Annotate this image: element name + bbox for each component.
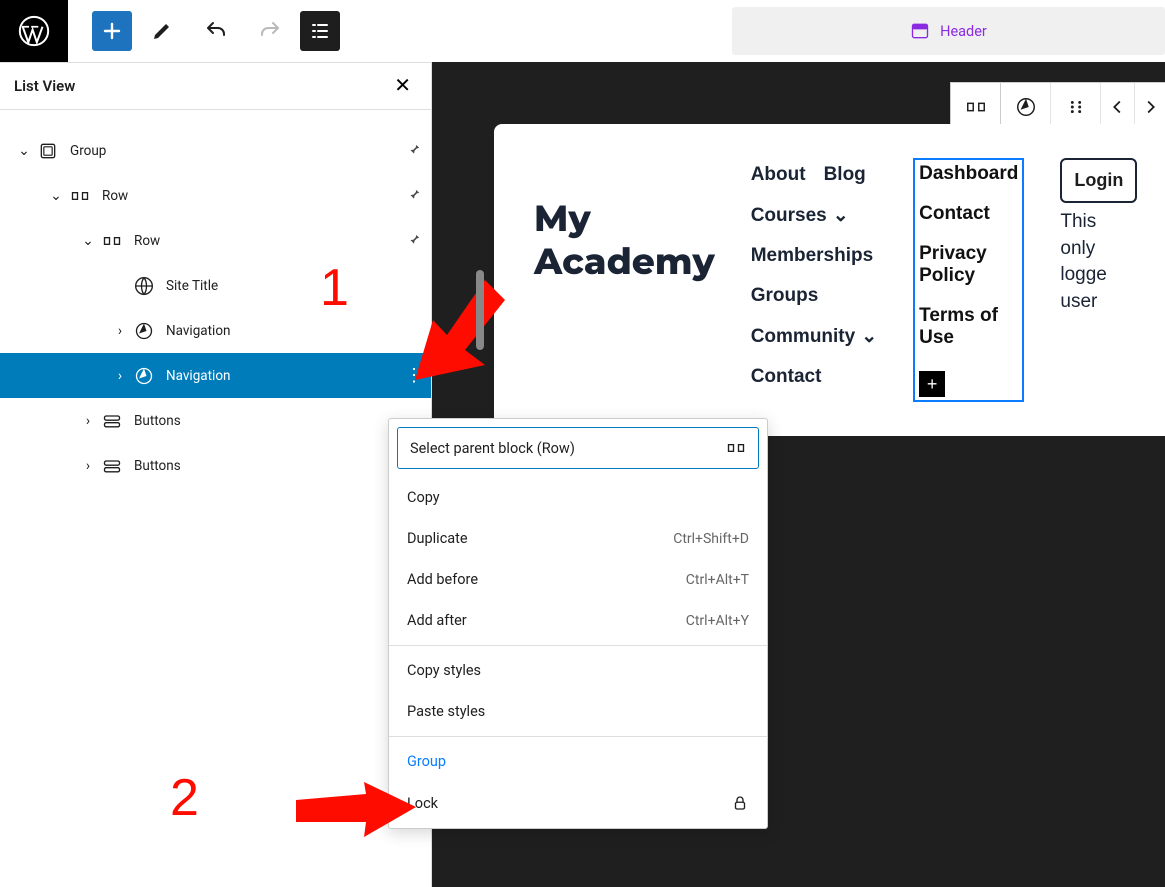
add-nav-item-button[interactable]: +: [919, 371, 945, 397]
list-view-item-label: Row: [102, 188, 407, 204]
chevron-down-icon: ⌄: [861, 325, 877, 348]
template-part-header-button[interactable]: Header: [732, 7, 1165, 55]
block-options-button[interactable]: ⋮: [405, 365, 421, 386]
list-view-item-label: Row: [134, 233, 407, 249]
navigation-block-icon: [132, 319, 156, 343]
nav-item[interactable]: Blog: [824, 164, 866, 186]
chevron-down-icon[interactable]: ⌄: [12, 143, 36, 159]
redo-button[interactable]: [246, 7, 294, 55]
list-view-item-navigation-2[interactable]: › Navigation ⋮: [0, 353, 431, 398]
navigation-block-icon: [132, 364, 156, 388]
menu-item-duplicate[interactable]: DuplicateCtrl+Shift+D: [389, 518, 767, 559]
nav-item[interactable]: Community: [751, 326, 856, 348]
list-view-item-label: Navigation: [166, 368, 405, 384]
menu-item-add-before[interactable]: Add beforeCtrl+Alt+T: [389, 559, 767, 600]
chevron-right-icon[interactable]: ›: [76, 458, 100, 474]
menu-item-group[interactable]: Group: [389, 741, 767, 782]
list-view-item-label: Site Title: [166, 278, 421, 294]
buttons-block-icon: [100, 409, 124, 433]
list-view-item-label: Navigation: [166, 323, 421, 339]
block-options-menu: Select parent block (Row) Copy Duplicate…: [388, 418, 768, 829]
wordpress-logo[interactable]: [0, 0, 68, 62]
pin-icon: [407, 142, 421, 160]
list-view-panel: List View ✕ ⌄ Group ⌄ Row: [0, 62, 432, 887]
template-part-header-label: Header: [940, 23, 987, 40]
nav-item[interactable]: Dashboard: [919, 163, 1018, 185]
chevron-right-icon[interactable]: ›: [76, 413, 100, 429]
chevron-down-icon: ⌄: [833, 204, 849, 227]
list-view-item-group[interactable]: ⌄ Group: [0, 128, 431, 173]
nav-item[interactable]: Contact: [751, 366, 822, 388]
header-layout-icon: [910, 21, 930, 41]
nav-item[interactable]: Memberships: [751, 245, 873, 267]
list-view-item-buttons-2[interactable]: › Buttons: [0, 443, 431, 488]
nav-item[interactable]: Courses: [751, 205, 827, 227]
pin-icon: [407, 232, 421, 250]
lock-icon: [731, 794, 749, 812]
list-view-item-row-inner[interactable]: ⌄ Row: [0, 218, 431, 263]
buttons-block-icon: [100, 454, 124, 478]
nav-item[interactable]: Groups: [751, 285, 819, 307]
list-view-item-navigation-1[interactable]: › Navigation: [0, 308, 431, 353]
undo-button[interactable]: [192, 7, 240, 55]
select-parent-label: Select parent block (Row): [410, 440, 575, 457]
secondary-nav-selected[interactable]: Dashboard Contact Privacy Policy Terms o…: [913, 158, 1024, 402]
group-block-icon: [36, 139, 60, 163]
list-view-item-label: Buttons: [134, 413, 421, 429]
close-list-view-button[interactable]: ✕: [388, 75, 417, 97]
site-title[interactable]: My Academy: [534, 198, 715, 402]
list-view-title: List View: [14, 77, 75, 95]
list-view-item-site-title[interactable]: Site Title: [0, 263, 431, 308]
editor-topbar: Header: [0, 0, 1165, 62]
chevron-right-icon[interactable]: ›: [108, 323, 132, 339]
row-block-icon: [100, 229, 124, 253]
chevron-right-icon[interactable]: ›: [108, 368, 132, 384]
nav-item[interactable]: Terms of Use: [919, 305, 1018, 349]
login-button[interactable]: Login: [1060, 158, 1137, 203]
list-view-item-row[interactable]: ⌄ Row: [0, 173, 431, 218]
menu-item-add-after[interactable]: Add afterCtrl+Alt+Y: [389, 600, 767, 641]
site-title-icon: [132, 274, 156, 298]
nav-item[interactable]: Contact: [919, 203, 1018, 225]
row-block-icon: [68, 184, 92, 208]
primary-nav-menu[interactable]: About Blog Courses ⌄ Memberships Groups …: [751, 158, 877, 402]
chevron-down-icon[interactable]: ⌄: [44, 188, 68, 204]
header-preview: My Academy About Blog Courses ⌄ Membersh…: [494, 124, 1165, 436]
chevron-down-icon[interactable]: ⌄: [76, 233, 100, 249]
select-parent-block-button[interactable]: Select parent block (Row): [397, 427, 759, 469]
list-view-item-label: Group: [70, 143, 407, 159]
menu-item-copy-styles[interactable]: Copy styles: [389, 650, 767, 691]
add-block-button[interactable]: [92, 11, 132, 51]
pin-icon: [407, 187, 421, 205]
list-view-toggle-button[interactable]: [300, 11, 340, 51]
nav-item[interactable]: About: [751, 164, 806, 186]
conditional-text: This only logge user: [1060, 209, 1137, 315]
menu-item-lock[interactable]: Lock: [389, 782, 767, 824]
menu-item-copy[interactable]: Copy: [389, 477, 767, 518]
list-view-item-label: Buttons: [134, 458, 421, 474]
edit-tool-button[interactable]: [138, 7, 186, 55]
row-block-icon: [726, 438, 746, 458]
nav-item[interactable]: Privacy Policy: [919, 243, 1018, 287]
menu-item-paste-styles[interactable]: Paste styles: [389, 691, 767, 732]
list-view-tree: ⌄ Group ⌄ Row ⌄: [0, 110, 431, 488]
list-view-item-buttons-1[interactable]: › Buttons: [0, 398, 431, 443]
